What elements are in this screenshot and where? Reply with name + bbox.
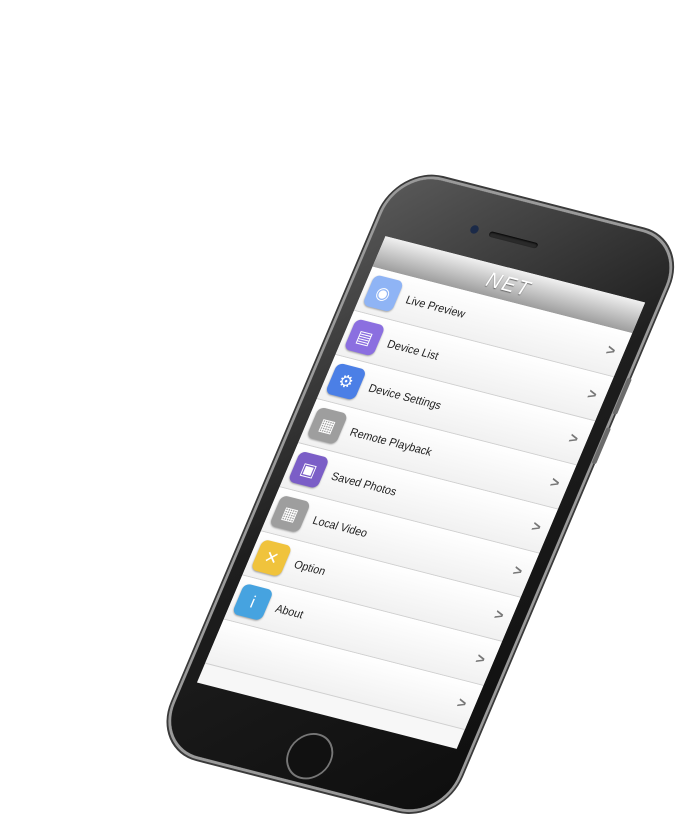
phone: NET ◉ Live Preview > ▤ Device List > ⚙ D… xyxy=(156,170,684,819)
chevron-right-icon: > xyxy=(510,562,525,581)
menu-item-label: Saved Photos xyxy=(329,469,399,499)
film-icon: ▦ xyxy=(269,494,312,533)
menu-item-label: About xyxy=(273,601,306,622)
menu-item-label: Local Video xyxy=(310,513,370,540)
chevron-right-icon: > xyxy=(566,430,581,448)
chevron-right-icon: > xyxy=(491,606,507,625)
tools-icon: ✕ xyxy=(250,538,293,577)
device-settings-icon: ⚙ xyxy=(324,362,368,401)
chevron-right-icon: > xyxy=(473,651,488,669)
chevron-right-icon: > xyxy=(603,342,618,360)
menu-item-label: Option xyxy=(292,557,328,578)
menu-item-label: Device Settings xyxy=(366,381,444,413)
info-icon: i xyxy=(231,583,274,622)
chevron-right-icon: > xyxy=(584,386,600,404)
menu-item-label: Remote Playback xyxy=(347,425,435,459)
menu-item-label: Device List xyxy=(385,337,441,363)
menu-item-label: Live Preview xyxy=(403,292,468,321)
chevron-right-icon: > xyxy=(547,474,563,493)
photo-icon: ▣ xyxy=(287,450,330,489)
device-list-icon: ▤ xyxy=(343,318,386,357)
camera-icon: ◉ xyxy=(362,274,405,313)
chevron-right-icon: > xyxy=(454,695,469,713)
chevron-right-icon: > xyxy=(528,518,544,537)
film-reel-icon: ▦ xyxy=(306,406,349,445)
